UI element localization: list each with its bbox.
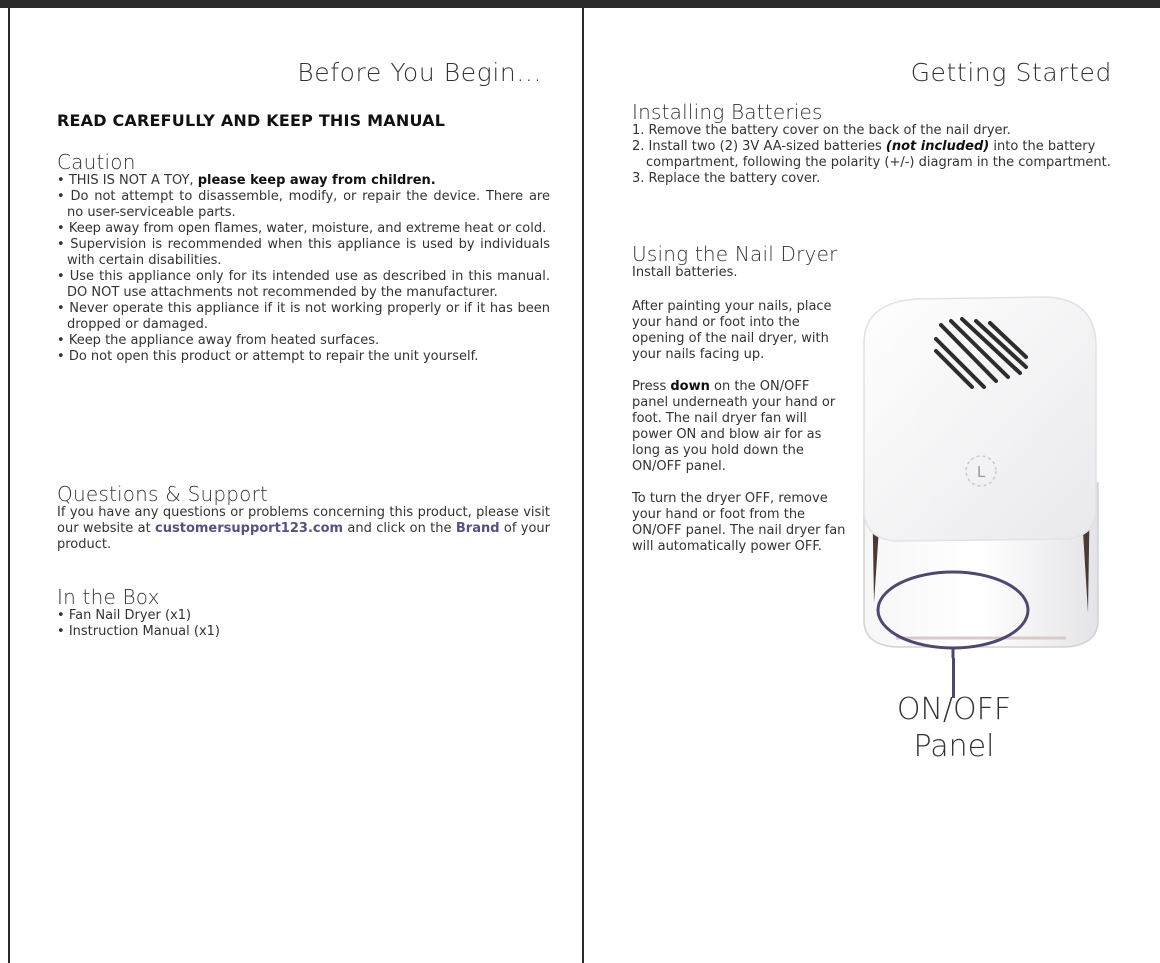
in-the-box-title: In the Box [57,585,160,609]
on-off-panel-label: ON/OFF Panel [864,691,1044,765]
support-section: Questions & Support If you have any ques… [57,483,550,553]
list-item: 1. Remove the battery cover on the back … [632,123,1011,138]
read-manual-heading: READ CAREFULLY AND KEEP THIS MANUAL [57,111,446,130]
installing-batteries-section: Installing Batteries 1. Remove the batte… [632,101,1118,187]
using-para-2: Press down on the ON/OFF panel underneat… [632,379,847,475]
support-text-b: and click on the [343,521,456,536]
top-border [0,0,1160,8]
step2-emphasis: (not included) [885,139,990,154]
list-item: Do not open this product or attempt to r… [57,349,550,365]
using-dryer-title: Using the Nail Dryer [632,242,838,266]
list-item: Keep the appliance away from heated surf… [57,333,550,349]
using-para-3: To turn the dryer OFF, remove your hand … [632,491,846,554]
callout-label-line2: Panel [913,729,995,764]
caution-item-text: THIS IS NOT A TOY, [68,173,198,188]
list-item: 3. Replace the battery cover. [632,171,821,186]
step2-text-a: 2. Install two (2) 3V AA-sized batteries [632,139,886,154]
battery-steps: 1. Remove the battery cover on the back … [632,123,1118,187]
center-divider [582,8,584,963]
callout-label-line1: ON/OFF [896,692,1012,727]
list-item: 2. Install two (2) 3V AA-sized batteries… [632,139,1118,171]
list-item: THIS IS NOT A TOY, please keep away from… [57,173,550,189]
in-the-box-section: In the Box Fan Nail Dryer (x1) Instructi… [57,586,550,640]
nail-dryer-image: L [856,283,1106,658]
right-page: Getting Started Installing Batteries 1. … [586,8,1158,963]
para2-bold: down [670,379,710,394]
page-title-before-you-begin: Before You Begin... [297,58,542,87]
box-list: Fan Nail Dryer (x1) Instruction Manual (… [57,608,550,640]
using-dryer-section: Using the Nail Dryer Install batteries. … [632,243,847,555]
list-item: Never operate this appliance if it is no… [57,301,550,333]
installing-batteries-title: Installing Batteries [632,100,823,124]
support-title: Questions & Support [57,482,269,506]
para2-text-a: Press [632,379,671,394]
list-item: Fan Nail Dryer (x1) [57,608,550,624]
svg-text:L: L [977,463,986,481]
list-item: Keep away from open flames, water, moist… [57,221,550,237]
caution-item-bold: please keep away from children. [197,173,436,188]
nail-dryer-illustration: L [863,296,1099,658]
list-item: Supervision is recommended when this app… [57,237,550,269]
list-item: Do not attempt to disassemble, modify, o… [57,189,550,221]
list-item: Use this appliance only for its intended… [57,269,550,301]
page-title-getting-started: Getting Started [910,58,1112,87]
support-text: If you have any questions or problems co… [57,505,550,553]
list-item: Instruction Manual (x1) [57,624,550,640]
caution-title: Caution [57,150,136,174]
caution-list: THIS IS NOT A TOY, please keep away from… [57,173,550,365]
brand-link[interactable]: Brand [456,521,500,536]
using-intro: Install batteries. [632,265,738,280]
support-website-link[interactable]: customersupport123.com [155,521,343,536]
caution-section: Caution THIS IS NOT A TOY, please keep a… [57,151,550,365]
left-page: Before You Begin... READ CAREFULLY AND K… [10,8,582,963]
using-para-1: After painting your nails, place your ha… [632,299,832,362]
